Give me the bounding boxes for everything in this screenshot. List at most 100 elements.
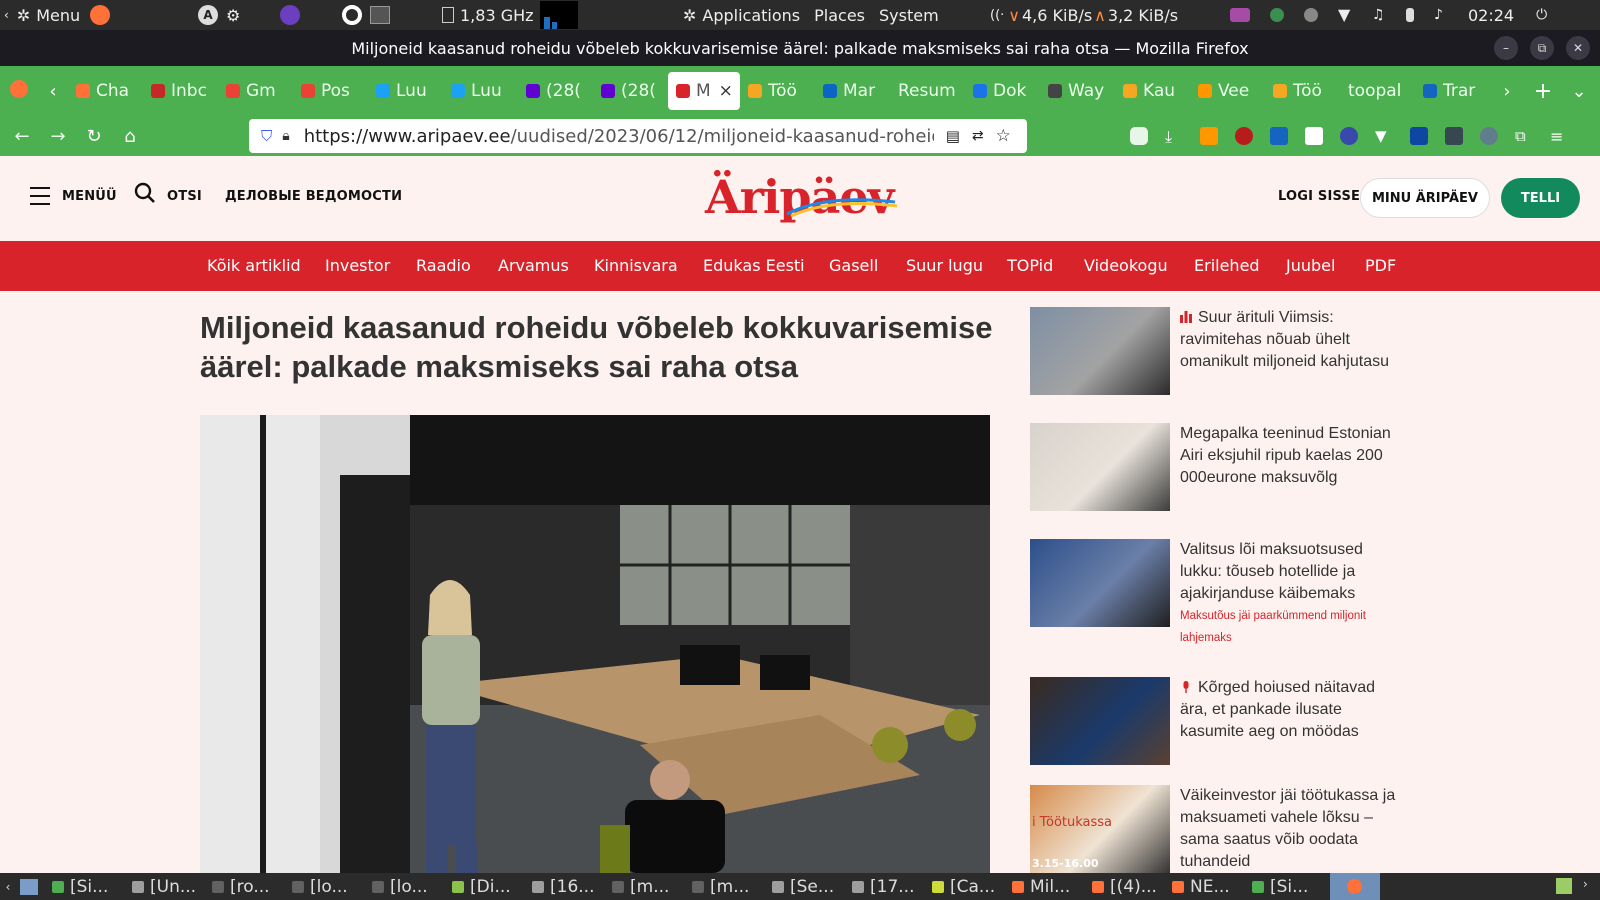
menu-logo-icon[interactable]: ✲: [17, 6, 30, 25]
firefox-view-icon[interactable]: [0, 80, 38, 102]
browser-tab[interactable]: Cha: [68, 72, 143, 110]
hamburger-menu-icon[interactable]: [30, 187, 50, 211]
login-link[interactable]: LOGI SISSE: [1278, 189, 1360, 204]
story-title[interactable]: Kõrged hoiused näitavad ära, et pankade …: [1180, 679, 1375, 740]
browser-tab[interactable]: Vee: [1190, 72, 1265, 110]
category-link[interactable]: TOPid: [1007, 241, 1053, 291]
category-link[interactable]: Kõik artiklid: [207, 241, 301, 291]
trash-icon[interactable]: [1556, 878, 1572, 894]
new-tab-icon[interactable]: +: [1528, 79, 1558, 104]
my-aripaev-button[interactable]: MINU ÄRIPÄEV: [1360, 178, 1490, 218]
category-link[interactable]: Gasell: [829, 241, 878, 291]
browser-tab[interactable]: Dok: [965, 72, 1040, 110]
applications-menu[interactable]: Applications: [702, 6, 800, 25]
subscribe-button[interactable]: TELLI: [1501, 178, 1580, 218]
search-icon[interactable]: [134, 182, 156, 208]
category-link[interactable]: Erilehed: [1194, 241, 1260, 291]
browser-tab[interactable]: (28(: [593, 72, 668, 110]
taskbar-window-button[interactable]: NE...: [1166, 877, 1246, 897]
taskbar-window-button[interactable]: Mil...: [1006, 877, 1086, 897]
taskbar-scroll-right-icon[interactable]: ›: [1583, 877, 1588, 891]
clock[interactable]: 02:24: [1468, 6, 1514, 25]
battery-tray-icon[interactable]: [1406, 8, 1414, 22]
browser-tab[interactable]: Töö: [740, 72, 815, 110]
browser-tab[interactable]: Luu: [443, 72, 518, 110]
browser-tab[interactable]: Pos: [293, 72, 368, 110]
maximize-button[interactable]: ⧉: [1530, 36, 1554, 60]
category-link[interactable]: Juubel: [1286, 241, 1335, 291]
taskbar-window-button[interactable]: [Un...: [126, 877, 206, 897]
browser-tab[interactable]: Inbc: [143, 72, 218, 110]
taskbar-window-button[interactable]: [m...: [686, 877, 766, 897]
browser-tab[interactable]: (28(: [518, 72, 593, 110]
category-link[interactable]: Kinnisvara: [594, 241, 678, 291]
wifi-tray-icon[interactable]: ▼: [1338, 7, 1352, 23]
back-icon[interactable]: ←: [4, 126, 40, 147]
pocket-icon[interactable]: [1130, 127, 1148, 145]
category-link[interactable]: Videokogu: [1084, 241, 1168, 291]
browser-tab[interactable]: Luu: [368, 72, 443, 110]
info-tray-icon[interactable]: [1304, 8, 1318, 22]
story-title[interactable]: Valitsus lõi maksuotsused lukku: tõuseb …: [1180, 541, 1363, 602]
puzzle-extensions-icon[interactable]: ⧉: [1515, 127, 1533, 145]
power-icon[interactable]: ⏻: [1536, 7, 1547, 23]
tabs-scroll-left-icon[interactable]: ‹: [38, 81, 68, 102]
app-menu-button[interactable]: Menu: [36, 6, 80, 25]
menu-link[interactable]: MENÜÜ: [62, 189, 117, 204]
story-title[interactable]: Megapalka teeninud Estonian Airi eksjuhi…: [1180, 425, 1391, 486]
story-thumbnail[interactable]: [1030, 307, 1170, 395]
show-desktop-icon[interactable]: [20, 878, 38, 895]
taskbar-window-button[interactable]: [Se...: [766, 877, 846, 897]
story-title[interactable]: Väikeinvestor jäi töötukassa ja maksuame…: [1180, 787, 1395, 870]
translate-icon[interactable]: ⇄: [972, 128, 984, 144]
browser-tab[interactable]: toopal: [1340, 72, 1415, 110]
browser-tab[interactable]: Kau: [1115, 72, 1190, 110]
home-icon[interactable]: ⌂: [112, 126, 148, 147]
taskbar-window-button[interactable]: [ro...: [206, 877, 286, 897]
podcast-launcher-icon[interactable]: [280, 5, 301, 25]
story-thumbnail[interactable]: i Töötukassa 3.15-16.00: [1030, 785, 1170, 873]
globe-tray-icon[interactable]: [1270, 8, 1284, 22]
reader-view-icon[interactable]: ▤: [946, 127, 960, 145]
taskbar-window-button[interactable]: [Ca...: [926, 877, 1006, 897]
shield-icon[interactable]: ⛉: [261, 127, 272, 145]
taskbar-window-button[interactable]: [17...: [846, 877, 926, 897]
url-text[interactable]: https://www.aripaev.ee/uudised/2023/06/1…: [304, 126, 934, 147]
audio-app-tray-icon[interactable]: [1230, 8, 1250, 22]
story-thumbnail[interactable]: [1030, 677, 1170, 765]
browser-tab[interactable]: Way: [1040, 72, 1115, 110]
tab-list-chevron-icon[interactable]: ⌄: [1564, 81, 1594, 102]
taskbar-active-firefox[interactable]: [1330, 873, 1380, 900]
collapse-arrow-icon[interactable]: ‹: [4, 8, 9, 22]
opera-launcher-icon[interactable]: [342, 5, 363, 25]
story-title[interactable]: Suur ärituli Viimsis: ravimitehas nõuab …: [1180, 309, 1389, 370]
category-link[interactable]: Edukas Eesti: [703, 241, 805, 291]
system-menu[interactable]: System: [879, 6, 939, 25]
story-thumbnail[interactable]: [1030, 423, 1170, 511]
taskbar-window-button[interactable]: [lo...: [366, 877, 446, 897]
close-window-button[interactable]: ✕: [1566, 36, 1590, 60]
cloud-ext-icon[interactable]: [1480, 127, 1498, 145]
browser-tab[interactable]: Töö: [1265, 72, 1340, 110]
text-editor-launcher-icon[interactable]: A: [198, 5, 218, 25]
tab-active[interactable]: M ×: [668, 72, 740, 110]
browser-tab[interactable]: Resum: [890, 72, 965, 110]
category-link[interactable]: Suur lugu: [906, 241, 983, 291]
ublock-ext-icon[interactable]: [1235, 127, 1253, 145]
lock-icon[interactable]: 🔒︎: [282, 128, 289, 144]
places-menu[interactable]: Places: [814, 6, 865, 25]
story-thumbnail[interactable]: [1030, 539, 1170, 627]
taskbar-window-button[interactable]: [m...: [606, 877, 686, 897]
grid-ext-icon[interactable]: [1445, 127, 1463, 145]
category-link[interactable]: PDF: [1365, 241, 1396, 291]
taskbar-scroll-left-icon[interactable]: ‹: [0, 880, 16, 894]
app-menu-hamburger-icon[interactable]: ≡: [1550, 127, 1568, 146]
container-ext-icon[interactable]: [1200, 127, 1218, 145]
url-bar[interactable]: ⛉ 🔒︎ https://www.aripaev.ee/uudised/2023…: [249, 119, 1027, 153]
category-link[interactable]: Arvamus: [498, 241, 569, 291]
taskbar-window-button[interactable]: [lo...: [286, 877, 366, 897]
browser-tab[interactable]: Mar: [815, 72, 890, 110]
firefox-launcher-icon[interactable]: [90, 5, 111, 25]
russian-edition-link[interactable]: ДЕЛОВЫЕ ВЕДОМОСТИ: [225, 189, 402, 204]
taskbar-window-button[interactable]: [Di...: [446, 877, 526, 897]
